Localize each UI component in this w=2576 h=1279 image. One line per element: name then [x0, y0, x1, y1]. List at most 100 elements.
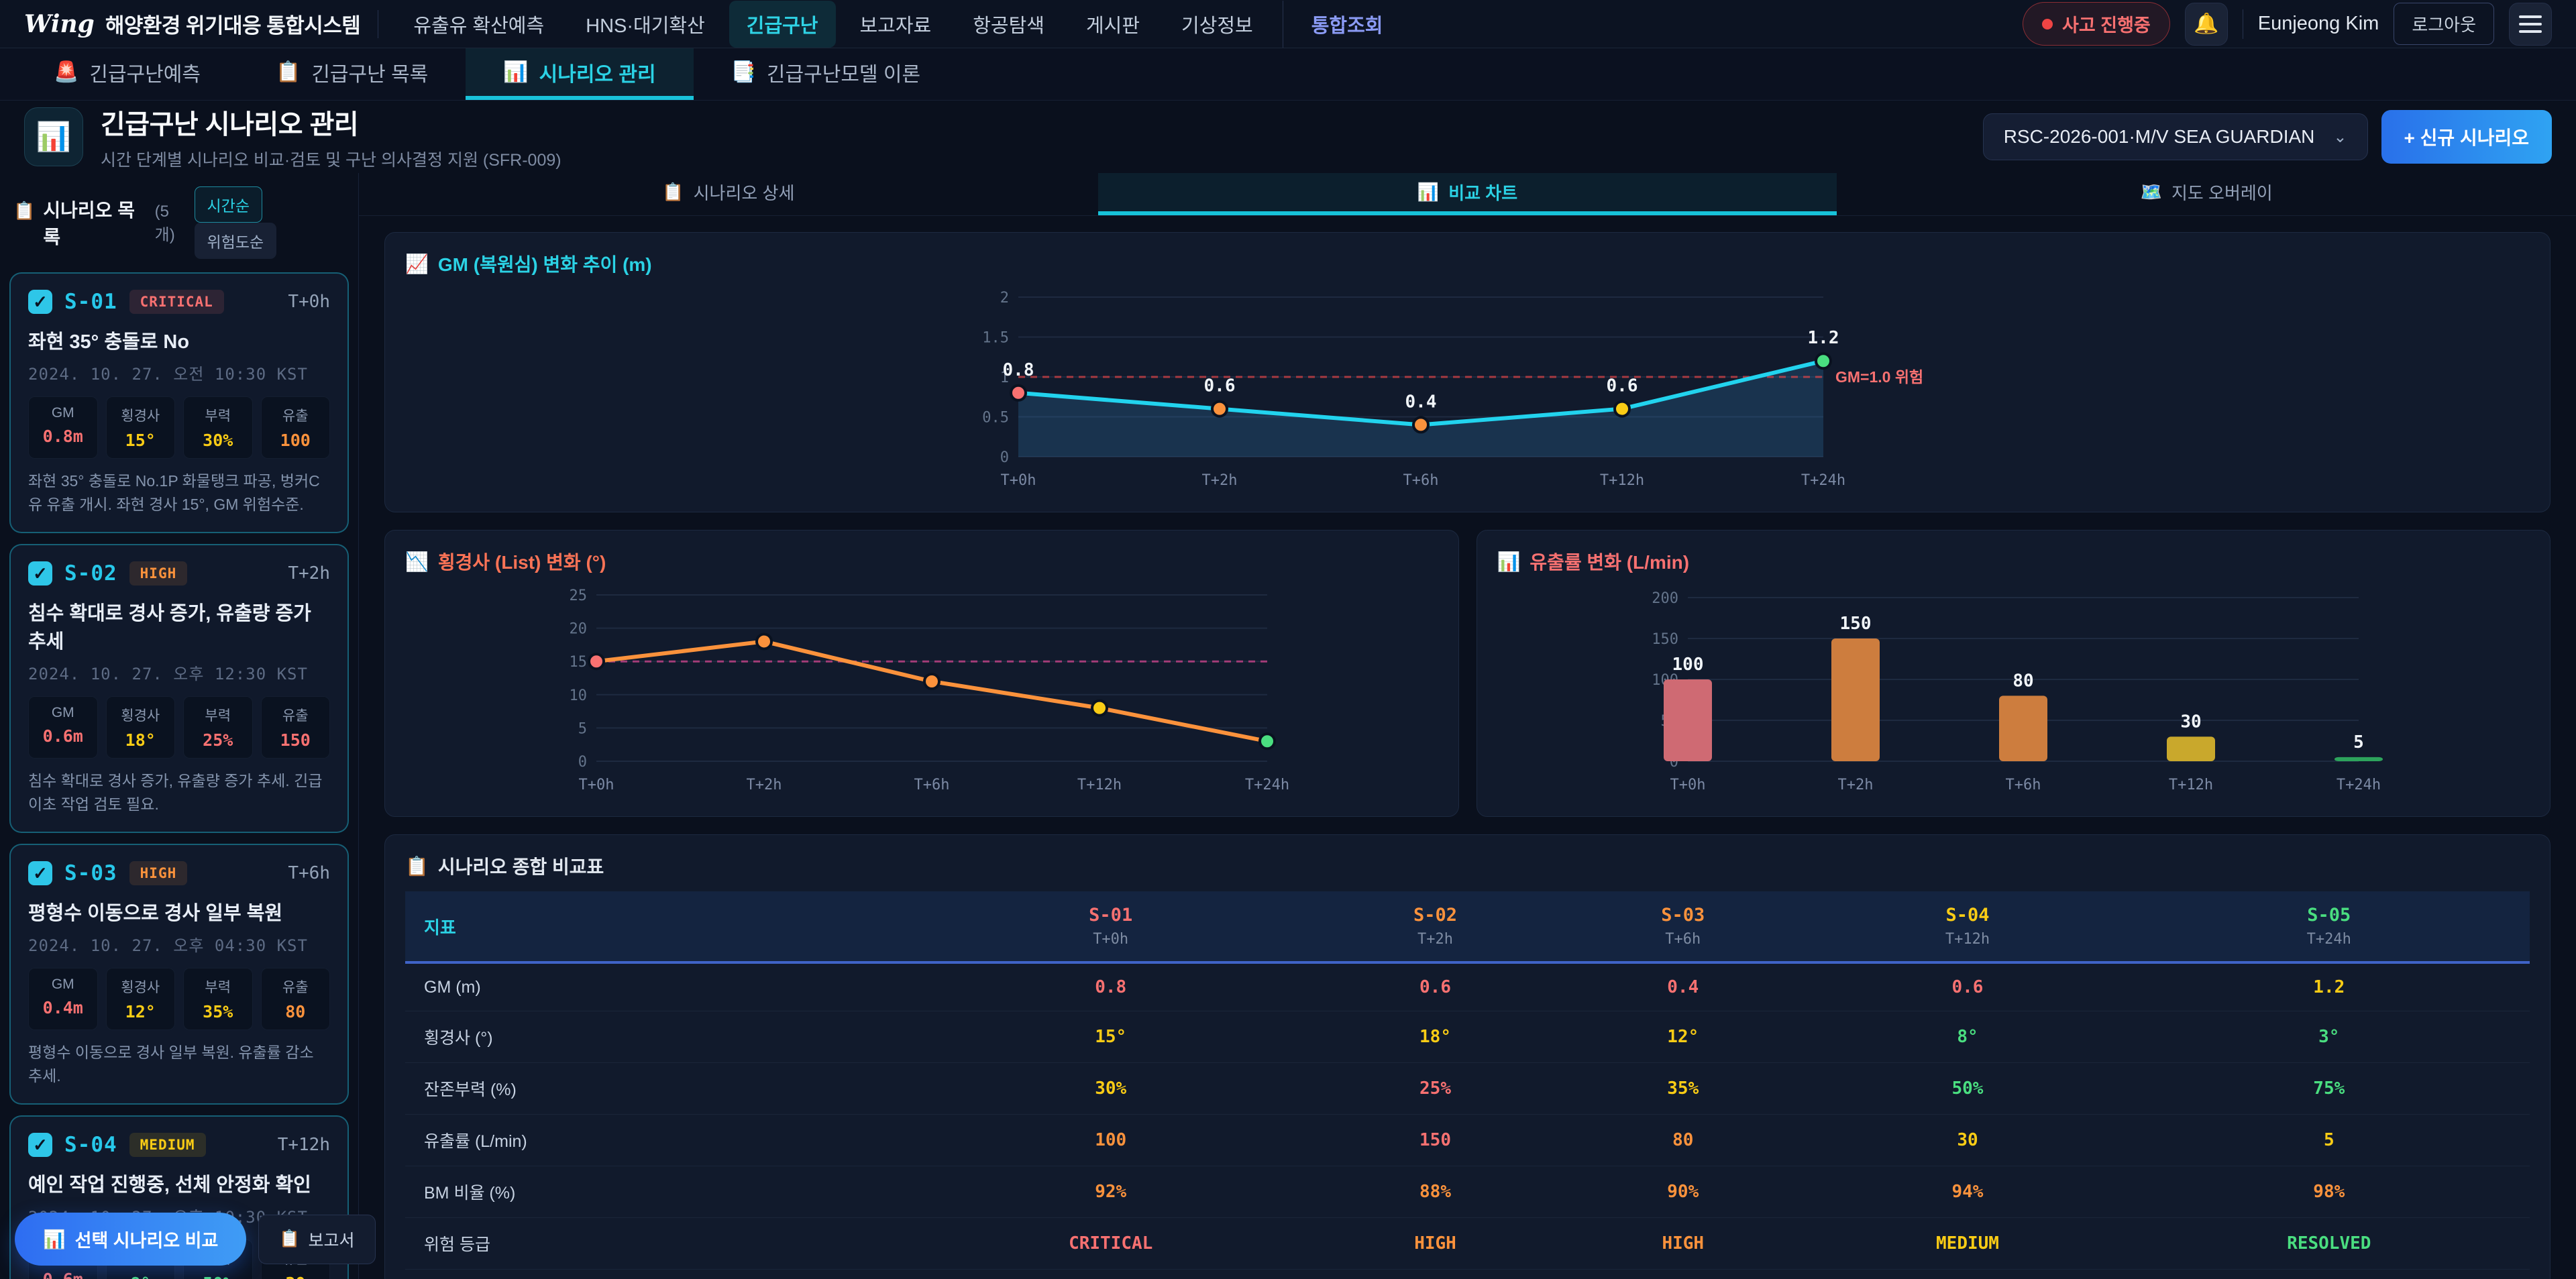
app-root: Wing 해양환경 위기대응 통합시스템 유출유 확산예측HNS·대기확산긴급구…: [0, 0, 2576, 1279]
sub-tab[interactable]: 🚨 긴급구난예측: [16, 48, 238, 100]
metric-value: 100: [910, 1115, 1311, 1166]
column-scenario-id: S-05: [2139, 905, 2519, 926]
hamburger-icon: [2519, 15, 2542, 18]
spill-chart-title: 📊유출률 변화 (L/min): [1497, 548, 2530, 575]
nav-item[interactable]: 유출유 확산예측: [396, 1, 561, 48]
y-tick-label: 2: [1000, 290, 1008, 307]
table-row: 위험 등급CRITICALHIGHHIGHMEDIUMRESOLVED: [405, 1218, 2530, 1270]
new-scenario-button[interactable]: + 신규 시나리오: [2381, 110, 2552, 164]
metric-value: HIGH: [1311, 1218, 1559, 1270]
compare-selected-button[interactable]: 📊 선택 시나리오 비교: [15, 1213, 246, 1266]
checkbox-checked-icon[interactable]: ✓: [28, 1133, 52, 1157]
nav-item[interactable]: 기상정보: [1164, 1, 1271, 48]
scenario-card[interactable]: ✓S-02HIGHT+2h침수 확대로 경사 증가, 유출량 증가 추세2024…: [9, 544, 349, 833]
scenario-card[interactable]: ✓S-01CRITICALT+0h좌현 35° 충돌로 No2024. 10. …: [9, 272, 349, 533]
scenario-datetime: 2024. 10. 27. 오후 04:30 KST: [28, 932, 330, 956]
x-tick-label: T+2h: [1838, 777, 1874, 793]
nav-item[interactable]: 보고자료: [843, 1, 949, 48]
scenario-title: 예인 작업 진행중, 선체 안정화 확인: [28, 1169, 330, 1197]
stat-box: 부력30%: [183, 396, 253, 459]
checkbox-checked-icon[interactable]: ✓: [28, 561, 52, 586]
bar-chart-icon: 📊: [36, 121, 71, 154]
metric-label: 횡경사 (°): [405, 1011, 910, 1063]
incident-status-label: 사고 진행중: [2062, 11, 2151, 37]
spill-chart-wrap: 050100150200T+0hT+2hT+6hT+12hT+24h100150…: [1497, 577, 2530, 799]
report-button[interactable]: 📋 보고서: [258, 1215, 375, 1264]
bar: [1664, 679, 1712, 761]
data-point: [589, 654, 604, 669]
metric-value: 0.6: [1311, 962, 1559, 1011]
checkbox-checked-icon[interactable]: ✓: [28, 861, 52, 885]
notifications-button[interactable]: 🔔: [2185, 3, 2228, 46]
page-header-left: 📊 긴급구난 시나리오 관리 시간 단계별 시나리오 비교·검토 및 구난 의사…: [24, 103, 561, 171]
nav-item[interactable]: HNS·대기확산: [568, 1, 722, 48]
incident-select-value: RSC-2026-001·M/V SEA GUARDIAN: [2004, 126, 2315, 148]
scenario-id: S-03: [64, 861, 117, 885]
x-tick-label: T+12h: [2169, 777, 2213, 793]
tab-icon: 📊: [503, 60, 528, 84]
data-label: 0.6: [1203, 376, 1235, 396]
comparison-table-panel: 📋시나리오 종합 비교표지표S-01T+0hS-02T+2hS-03T+6hS-…: [384, 834, 2551, 1279]
sub-tab[interactable]: 📑긴급구난모델 이론: [694, 48, 959, 100]
nav-item[interactable]: 게시판: [1069, 1, 1157, 48]
scenario-stats: GM0.8m횡경사15°부력30%유출100: [28, 396, 330, 459]
bar: [2334, 757, 2383, 761]
scenario-datetime: 2024. 10. 27. 오후 12:30 KST: [28, 661, 330, 684]
metric-value: 8°: [1807, 1011, 2128, 1063]
page-title: 긴급구난 시나리오 관리: [101, 103, 561, 142]
metric-value: 90%: [1559, 1166, 1807, 1218]
sort-button[interactable]: 시간순: [195, 186, 262, 223]
stat-value: 100: [266, 431, 326, 450]
stat-value: 35%: [188, 1002, 248, 1021]
metric-value: 12°: [1559, 1011, 1807, 1063]
column-time-offset: T+12h: [1817, 931, 2117, 948]
brand[interactable]: Wing 해양환경 위기대응 통합시스템: [24, 9, 360, 39]
menu-button[interactable]: [2509, 3, 2552, 46]
metric-label: 유출률 (L/min): [405, 1115, 910, 1166]
scenario-card[interactable]: ✓S-03HIGHT+6h평형수 이동으로 경사 일부 복원2024. 10. …: [9, 844, 349, 1105]
sort-button[interactable]: 위험도순: [195, 223, 277, 259]
tab-label: 긴급구난 목록: [311, 58, 428, 87]
metric-value: 30: [1807, 1115, 2128, 1166]
metric-label: GM (m): [405, 962, 910, 1011]
metric-value: CRITICAL: [910, 1218, 1311, 1270]
chart-icon: 📊: [1497, 551, 1521, 573]
metric-value: 0.4: [1559, 962, 1807, 1011]
scenario-count: (5개): [155, 203, 188, 245]
x-tick-label: T+6h: [914, 777, 949, 793]
x-tick-label: T+6h: [2006, 777, 2041, 793]
data-point: [1816, 353, 1831, 368]
nav-item[interactable]: 항공탐색: [955, 1, 1062, 48]
stat-box: 유출100: [261, 396, 331, 459]
y-tick-label: 150: [1652, 631, 1679, 648]
stat-value: 0.6m: [33, 1270, 93, 1279]
stat-label: 유출: [266, 977, 326, 997]
tab-icon: 🚨: [54, 60, 78, 84]
card-top-row: ✓S-04MEDIUMT+12h: [28, 1133, 330, 1157]
chart-icon: 📈: [405, 253, 429, 275]
incident-select[interactable]: RSC-2026-001·M/V SEA GUARDIAN ⌄: [1983, 113, 2368, 160]
view-tab[interactable]: 🗺️지도 오버레이: [1837, 173, 2576, 215]
tab-label: 시나리오 상세: [694, 180, 795, 205]
nav-item[interactable]: 통합조회: [1283, 1, 1401, 48]
metric-value: 80: [1559, 1115, 1807, 1166]
x-tick-label: T+24h: [1801, 472, 1845, 489]
sub-tab[interactable]: 📋긴급구난 목록: [238, 48, 466, 100]
x-tick-label: T+24h: [2337, 777, 2381, 793]
stat-box: 부력25%: [183, 696, 253, 759]
tab-icon: 📊: [1417, 182, 1439, 203]
page-icon: 📊: [24, 107, 83, 166]
nav-item[interactable]: 긴급구난: [729, 1, 836, 48]
clipboard-icon: 📋: [405, 855, 429, 877]
threshold-label: GM=1.0 위험: [1835, 368, 1923, 386]
logout-button[interactable]: 로그아웃: [2394, 3, 2494, 45]
app-title: 해양환경 위기대응 통합시스템: [105, 9, 361, 39]
sidebar-title: 시나리오 목록: [43, 196, 146, 249]
checkbox-checked-icon[interactable]: ✓: [28, 290, 52, 314]
view-tab[interactable]: 📋시나리오 상세: [359, 173, 1098, 215]
data-label: 0.8: [1002, 360, 1034, 380]
tab-label: 긴급구난예측: [89, 58, 201, 87]
view-tab[interactable]: 📊비교 차트: [1098, 173, 1837, 215]
wing-logo: Wing: [24, 10, 95, 38]
sub-tab[interactable]: 📊시나리오 관리: [466, 48, 693, 100]
